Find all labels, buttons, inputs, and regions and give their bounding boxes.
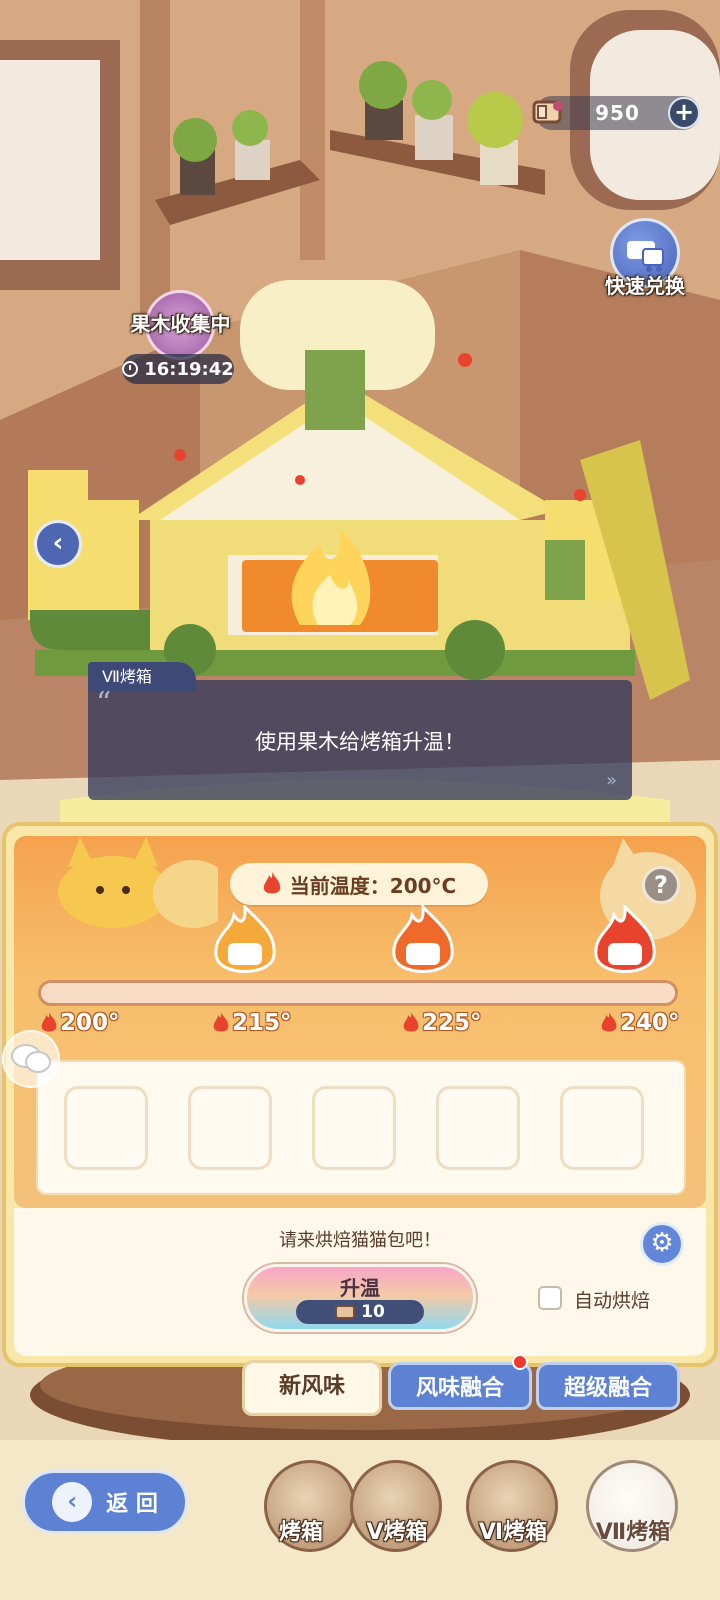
oven-tab-5-label: Ⅴ烤箱	[366, 1520, 428, 1545]
back-label: 返 回	[106, 1492, 158, 1517]
quick-exchange-label: 快速兑换	[605, 274, 685, 298]
currency-amount: 950	[595, 101, 640, 125]
milestone-225-icon	[392, 905, 454, 973]
collect-timer: 16:19:42	[122, 354, 234, 384]
flame-icon	[263, 872, 280, 894]
oven-tab-7-label: Ⅶ烤箱	[595, 1520, 671, 1545]
tick-215-label: 215°	[232, 1010, 292, 1036]
dialog-next-icon: »	[606, 770, 618, 791]
bake-slot-5[interactable]	[560, 1086, 644, 1170]
tick-240: 240°	[600, 1010, 680, 1036]
tick-200-label: 200°	[60, 1010, 120, 1036]
chevron-left-icon: ‹	[52, 528, 64, 558]
oven-tab-6-label: Ⅵ烤箱	[478, 1520, 548, 1545]
flame-icon	[213, 1012, 229, 1032]
bake-slot-1[interactable]	[64, 1086, 148, 1170]
cat-bread-decor	[58, 837, 218, 928]
side-collapse-button[interactable]: ‹	[34, 520, 82, 568]
current-temperature-text: 当前温度：200°C	[289, 873, 457, 898]
heat-up-cost-text: 10	[361, 1302, 385, 1322]
settings-button[interactable]: ⚙	[640, 1222, 684, 1266]
heat-up-label: 升温	[340, 1276, 380, 1300]
fruitwood-icon	[335, 1305, 356, 1319]
collect-timer-text: 16:19:42	[144, 358, 234, 380]
bake-slot-4[interactable]	[436, 1086, 520, 1170]
tick-225: 225°	[402, 1010, 482, 1036]
tab-flavor-fusion[interactable]: 风味融合	[388, 1362, 532, 1410]
back-button[interactable]: ‹ 返 回	[22, 1470, 188, 1534]
gear-icon: ⚙	[650, 1228, 674, 1258]
current-temperature: 当前温度：200°C	[230, 863, 488, 905]
bake-slot-3[interactable]	[312, 1086, 396, 1170]
milestone-215-icon	[214, 905, 276, 973]
auto-bake-checkbox[interactable]	[538, 1286, 562, 1310]
wood-collect-label: 果木收集中	[130, 312, 231, 336]
flame-icon	[601, 1012, 617, 1032]
back-arrow-icon: ‹	[52, 1482, 93, 1522]
tick-215: 215°	[212, 1010, 292, 1036]
clock-icon	[122, 361, 139, 377]
dialog-text: 使用果木给烤箱升温！	[255, 730, 465, 754]
help-button[interactable]: ?	[642, 866, 680, 904]
flame-icon	[403, 1012, 419, 1032]
chat-button[interactable]	[2, 1030, 60, 1088]
tab-super-fusion[interactable]: 超级融合	[536, 1362, 680, 1410]
temperature-track	[38, 980, 678, 1006]
heat-up-cost: 10	[296, 1300, 424, 1324]
notification-dot	[512, 1354, 528, 1370]
add-currency-button[interactable]: +	[668, 97, 700, 129]
milestone-240-icon	[594, 905, 656, 973]
bake-prompt: 请来烘焙猫猫包吧！	[279, 1230, 441, 1251]
tick-240-label: 240°	[620, 1010, 680, 1036]
tab-new-flavor[interactable]: 新风味	[242, 1360, 382, 1416]
open-quote-icon: “	[96, 686, 112, 721]
auto-bake-label: 自动烘焙	[574, 1290, 651, 1312]
oven-tab-4-label: 烤箱	[278, 1520, 323, 1545]
bake-slot-2[interactable]	[188, 1086, 272, 1170]
chat-bubble-icon	[11, 1044, 51, 1073]
tick-225-label: 225°	[422, 1010, 482, 1036]
fruitwood-icon	[532, 100, 563, 124]
